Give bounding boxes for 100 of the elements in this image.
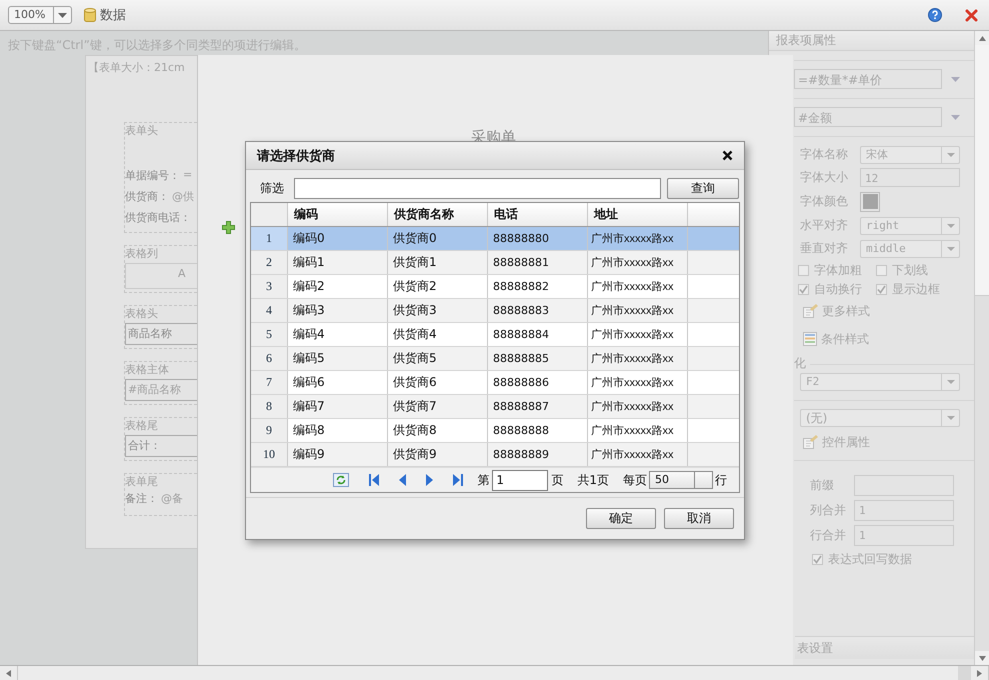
page-field[interactable]: 1 <box>492 470 548 490</box>
property-label: 列合并 <box>810 502 847 519</box>
table-cell: 编码4 <box>288 323 388 346</box>
row-number: 9 <box>251 419 288 442</box>
search-button[interactable]: 查询 <box>667 178 739 199</box>
table-cell: 供货商4 <box>388 323 488 346</box>
table-cell: 88888881 <box>488 251 588 274</box>
dialog-title: 请选择供货商 <box>257 148 335 164</box>
column-header[interactable]: 编码 <box>288 203 388 226</box>
table-cell: 广州市xxxxx路xx <box>588 443 688 466</box>
table-cell: 供货商3 <box>388 299 488 322</box>
table-row[interactable]: 10 编码9 供货商9 88888889 广州市xxxxx路xx <box>251 443 739 467</box>
dialog-button[interactable]: 取消 <box>664 508 734 529</box>
table-row[interactable]: 8 编码7 供货商7 88888887 广州市xxxxx路xx <box>251 395 739 419</box>
table-row[interactable]: 4 编码3 供货商3 88888883 广州市xxxxx路xx <box>251 299 739 323</box>
table-cell: 供货商7 <box>388 395 488 418</box>
table-cell: 广州市xxxxx路xx <box>588 275 688 298</box>
scroll-up-icon[interactable] <box>978 36 986 40</box>
table-cell: 广州市xxxxx路xx <box>588 299 688 322</box>
pager-label: 行 <box>715 472 727 488</box>
property-label: 字体大小 <box>800 169 849 186</box>
table-cell: 广州市xxxxx路xx <box>588 347 688 370</box>
field-label: 供货商： <box>125 189 169 205</box>
column-header[interactable]: 电话 <box>488 203 588 226</box>
pager-label: 页 <box>551 472 564 488</box>
caret-icon <box>58 12 67 18</box>
next-page-icon[interactable] <box>426 474 434 486</box>
first-page-icon[interactable] <box>369 474 380 486</box>
filter-field[interactable] <box>294 178 661 199</box>
field-value: @供 <box>172 189 194 205</box>
previous-page-icon[interactable] <box>399 474 406 486</box>
scroll-right-icon[interactable] <box>977 670 982 676</box>
dialog-button[interactable]: 确定 <box>586 508 656 529</box>
color-picker[interactable] <box>860 192 880 212</box>
table-cell: 88888886 <box>488 371 588 394</box>
caret-icon <box>946 224 954 228</box>
table-cell: 88888889 <box>488 443 588 466</box>
row-number: 1 <box>251 227 288 250</box>
table-row[interactable]: 2 编码1 供货商1 88888881 广州市xxxxx路xx <box>251 251 739 275</box>
property-label: 行合并 <box>810 527 847 544</box>
scroll-thumb[interactable] <box>958 666 971 680</box>
table-cell: 88888888 <box>488 419 588 442</box>
row-number: 10 <box>251 443 288 466</box>
refresh-icon[interactable] <box>333 473 350 487</box>
table-cell: 编码3 <box>288 299 388 322</box>
checkmark-icon <box>799 284 808 294</box>
table-cell: 广州市xxxxx路xx <box>588 227 688 250</box>
checkmark-icon <box>877 284 886 294</box>
table-cell: 88888887 <box>488 395 588 418</box>
table-cell: 编码1 <box>288 251 388 274</box>
edit-icon <box>803 435 818 449</box>
table-cell: 供货商0 <box>388 227 488 250</box>
property-label: 前缀 <box>810 477 835 494</box>
field-value: @备 <box>161 491 183 507</box>
field-label: 供货商电话： <box>125 210 191 226</box>
table-row[interactable]: 6 编码5 供货商5 88888885 广州市xxxxx路xx <box>251 347 739 371</box>
section-title: 表格尾 <box>125 418 159 434</box>
pager-label: 第 <box>477 472 490 488</box>
property-label: 字体颜色 <box>800 193 849 210</box>
table-cell: 编码6 <box>288 371 388 394</box>
table-cell: 供货商1 <box>388 251 488 274</box>
table-cell: 88888883 <box>488 299 588 322</box>
page-size-select[interactable]: 50 <box>649 471 713 489</box>
table-cell: 广州市xxxxx路xx <box>588 323 688 346</box>
data-button[interactable]: 数据 <box>84 6 126 24</box>
table-cell: 编码2 <box>288 275 388 298</box>
caret-icon <box>946 246 954 250</box>
table-row[interactable]: 1 编码0 供货商0 88888880 广州市xxxxx路xx <box>251 227 739 251</box>
scroll-down-icon[interactable] <box>978 656 986 660</box>
zoom-select[interactable]: 100% <box>8 6 72 24</box>
checkmark-icon <box>813 554 822 564</box>
row-number: 4 <box>251 299 288 322</box>
panel-header: 报表项属性 <box>769 31 974 51</box>
scroll-thumb[interactable] <box>975 45 989 296</box>
column-header[interactable]: 地址 <box>588 203 688 226</box>
scroll-left-icon[interactable] <box>6 670 11 676</box>
section-title: 表格头 <box>125 306 159 322</box>
table-cell: 编码7 <box>288 395 388 418</box>
row-number: 8 <box>251 395 288 418</box>
table-cell: 编码9 <box>288 443 388 466</box>
property-label: 字体名称 <box>800 146 849 163</box>
add-icon[interactable] <box>222 221 235 234</box>
filter-label: 筛选 <box>260 180 284 197</box>
row-number: 5 <box>251 323 288 346</box>
table-icon <box>803 332 817 346</box>
horizontal-scrollbar[interactable] <box>0 665 989 680</box>
column-header[interactable]: 供货商名称 <box>388 203 488 226</box>
table-cell: 广州市xxxxx路xx <box>588 371 688 394</box>
field-value: = <box>183 168 192 183</box>
table-cell: 88888880 <box>488 227 588 250</box>
vertical-scrollbar[interactable] <box>974 31 989 665</box>
row-number: 7 <box>251 371 288 394</box>
property-label: 垂直对齐 <box>800 240 849 257</box>
table-cell: 编码8 <box>288 419 388 442</box>
last-page-icon[interactable] <box>453 474 464 486</box>
help-icon[interactable] <box>928 8 942 22</box>
input-field[interactable] <box>854 475 954 496</box>
field-label: 单据编号： <box>125 168 180 184</box>
close-icon[interactable] <box>722 150 733 161</box>
database-icon <box>84 8 96 22</box>
